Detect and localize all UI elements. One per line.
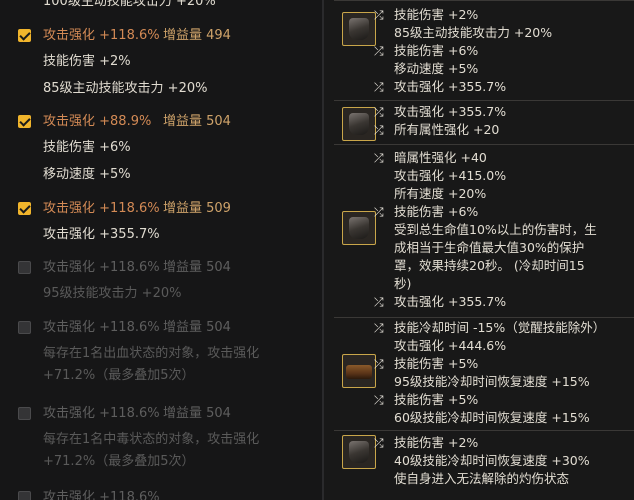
equipment-option-text: 攻击强化 +415.0% bbox=[394, 168, 507, 183]
shuffle-icon[interactable]: ⤮ bbox=[374, 203, 390, 221]
option-checkbox[interactable] bbox=[18, 115, 31, 128]
option-subline: +71.2%（最多叠加5次） bbox=[43, 368, 195, 383]
equipment-option-text: 95级技能冷却时间恢复速度 +15% bbox=[394, 374, 590, 389]
option-checkbox[interactable] bbox=[18, 407, 31, 420]
option-subline: +71.2%（最多叠加5次） bbox=[43, 454, 195, 469]
equipment-option-text: 攻击强化 +444.6% bbox=[394, 338, 507, 353]
equipment-card[interactable]: ⤮ 技能伤害 +2% 40级技能冷却时间恢复速度 +30% 使自身进入无法解除的灼伤状… bbox=[334, 430, 634, 500]
equipment-option-text: 60级技能冷却时间恢复速度 +15% bbox=[394, 410, 590, 425]
shuffle-icon[interactable]: ⤮ bbox=[374, 319, 390, 337]
option-label: 攻击强化 +118.6% bbox=[43, 320, 160, 335]
option-subline: 移动速度 +5% bbox=[43, 167, 131, 182]
option-gain: 增益量 504 bbox=[163, 260, 231, 275]
option-gain: 增益量 509 bbox=[163, 201, 231, 216]
option-checkbox[interactable] bbox=[18, 202, 31, 215]
option-subline: 95级技能攻击力 +20% bbox=[43, 286, 182, 301]
option-gain: 增益量 494 bbox=[163, 28, 231, 43]
gloves-armor-icon bbox=[342, 211, 376, 245]
shuffle-icon[interactable]: ⤮ bbox=[374, 121, 390, 139]
equipment-option-text: 所有属性强化 +20 bbox=[394, 122, 500, 137]
equipment-option-text: 受到总生命值10%以上的伤害时，生 bbox=[394, 222, 597, 237]
belt-armor-icon bbox=[342, 354, 376, 388]
shuffle-icon[interactable]: ⤮ bbox=[374, 6, 390, 24]
equipment-option-text: 技能冷却时间 -15%（觉醒技能除外） bbox=[394, 320, 606, 335]
shuffle-icon[interactable]: ⤮ bbox=[374, 103, 390, 121]
equipment-card[interactable]: ⤮ 攻击强化 +355.7% ⤮ 所有属性强化 +20 bbox=[334, 100, 634, 144]
shuffle-icon[interactable]: ⤮ bbox=[374, 78, 390, 96]
equipment-option-text: 技能伤害 +5% bbox=[394, 392, 479, 407]
option-subline: 攻击强化 +355.7% bbox=[43, 227, 160, 242]
option-subline: 每存在1名出血状态的对象，攻击强化 bbox=[43, 346, 260, 361]
equipment-detail-panel: ⤮ 技能伤害 +2% 85级主动技能攻击力 +20% ⤮ 技能伤害 +6% 移动速度 +5… bbox=[324, 0, 634, 500]
boots-armor-icon bbox=[342, 435, 376, 469]
option-checkbox[interactable] bbox=[18, 491, 31, 500]
option-label: 攻击强化 +88.9% bbox=[43, 114, 152, 129]
option-subline: 技能伤害 +2% bbox=[43, 54, 131, 69]
equipment-option-text: 攻击强化 +355.7% bbox=[394, 104, 507, 119]
equipment-option-text: 罩，效果持续20秒。 (冷却时间15 bbox=[394, 258, 585, 273]
shuffle-icon[interactable]: ⤮ bbox=[374, 355, 390, 373]
equipment-card[interactable]: ⤮ 技能伤害 +2% 85级主动技能攻击力 +20% ⤮ 技能伤害 +6% 移动速度 +5… bbox=[334, 0, 634, 100]
option-gain: 增益量 504 bbox=[163, 114, 231, 129]
option-checkbox[interactable] bbox=[18, 29, 31, 42]
shuffle-icon[interactable]: ⤮ bbox=[374, 391, 390, 409]
shuffle-icon[interactable]: ⤮ bbox=[374, 42, 390, 60]
equipment-option-text: 使自身进入无法解除的灼伤状态 bbox=[394, 471, 570, 486]
equipment-option-text: 技能伤害 +5% bbox=[394, 356, 479, 371]
equipment-option-text: 攻击强化 +355.7% bbox=[394, 294, 507, 309]
option-list-panel: 100级主动技能攻击力 +20% 攻击强化 +118.6% 增益量 494 技能伤害… bbox=[0, 0, 322, 500]
equipment-card[interactable]: ⤮ 暗属性强化 +40 攻击强化 +415.0% 所有速度 +20% ⤮ 技能伤害 +6%… bbox=[334, 144, 634, 317]
equipment-option-text: 暗属性强化 +40 bbox=[394, 150, 487, 165]
option-label: 攻击强化 +118.6% bbox=[43, 28, 160, 43]
equipment-option-text: 85级主动技能攻击力 +20% bbox=[394, 25, 553, 40]
shoulder-armor-icon bbox=[342, 12, 376, 46]
option-gain: 增益量 504 bbox=[163, 406, 231, 421]
equipment-option-text: 所有速度 +20% bbox=[394, 186, 487, 201]
equipment-option-text: 攻击强化 +355.7% bbox=[394, 79, 507, 94]
option-gain: 增益量 504 bbox=[163, 320, 231, 335]
option-subline: 技能伤害 +6% bbox=[43, 140, 131, 155]
option-subline: 每存在1名中毒状态的对象，攻击强化 bbox=[43, 432, 260, 447]
equipment-option-text: 秒) bbox=[394, 276, 412, 291]
option-checkbox[interactable] bbox=[18, 261, 31, 274]
option-label: 攻击强化 +118.6% bbox=[43, 260, 160, 275]
equipment-option-text: 技能伤害 +2% bbox=[394, 7, 479, 22]
equipment-option-text: 40级技能冷却时间恢复速度 +30% bbox=[394, 453, 590, 468]
equipment-option-text: 移动速度 +5% bbox=[394, 61, 479, 76]
chest-armor-icon bbox=[342, 107, 376, 141]
shuffle-icon[interactable]: ⤮ bbox=[374, 293, 390, 311]
equipment-option-text: 成相当于生命值最大值30%的保护 bbox=[394, 240, 585, 255]
option-subline: 85级主动技能攻击力 +20% bbox=[43, 81, 208, 96]
option-label: 攻击强化 +118.6% bbox=[43, 406, 160, 421]
equipment-option-text: 技能伤害 +6% bbox=[394, 43, 479, 58]
equipment-option-text: 技能伤害 +6% bbox=[394, 204, 479, 219]
option-label: 攻击强化 +118.6% bbox=[43, 201, 160, 216]
equipment-option-text: 技能伤害 +2% bbox=[394, 435, 479, 450]
option-checkbox[interactable] bbox=[18, 321, 31, 334]
option-subline: 100级主动技能攻击力 +20% bbox=[43, 0, 216, 9]
shuffle-icon[interactable]: ⤮ bbox=[374, 149, 390, 167]
shuffle-icon[interactable]: ⤮ bbox=[374, 434, 390, 452]
option-label: 攻击强化 +118.6% bbox=[43, 490, 160, 500]
equipment-card[interactable]: ⤮ 技能冷却时间 -15%（觉醒技能除外） 攻击强化 +444.6% ⤮ 技能伤害 +5… bbox=[334, 317, 634, 430]
